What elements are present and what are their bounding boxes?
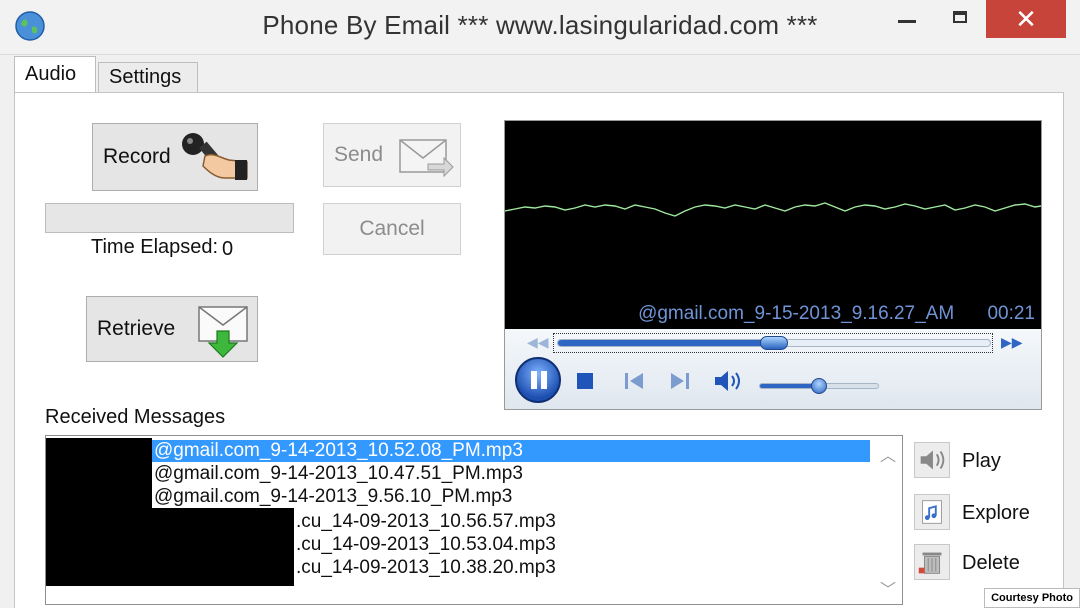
- minimize-icon: [898, 20, 916, 23]
- send-button-label: Send: [334, 143, 384, 166]
- speaker-icon: [914, 442, 950, 478]
- envelope-download-icon: [198, 306, 248, 358]
- cancel-button-label: Cancel: [359, 217, 425, 240]
- player-controls: ◀◀ ▶▶: [505, 329, 1041, 409]
- minimize-button[interactable]: [880, 0, 932, 38]
- play-message-label: Play: [962, 450, 1001, 472]
- list-item[interactable]: @gmail.com_9-14-2013_10.52.08_PM.mp3: [46, 440, 870, 462]
- retrieve-button-label: Retrieve: [97, 317, 176, 340]
- seek-bar-fill: [558, 340, 774, 346]
- close-button[interactable]: ✕: [986, 0, 1066, 38]
- list-item-text: .cu_14-09-2013_10.38.20.mp3: [296, 557, 556, 578]
- trash-icon: [914, 544, 950, 580]
- list-item-text: .cu_14-09-2013_10.53.04.mp3: [296, 534, 556, 555]
- received-messages-list[interactable]: @gmail.com_9-14-2013_10.52.08_PM.mp3 @gm…: [45, 435, 903, 605]
- seek-bar-thumb[interactable]: [760, 336, 788, 350]
- list-item-text: @gmail.com_9-14-2013_10.52.08_PM.mp3: [154, 440, 523, 461]
- list-item-text: @gmail.com_9-14-2013_9.56.10_PM.mp3: [154, 486, 513, 507]
- maximize-icon: [953, 11, 967, 23]
- redaction-block: [46, 508, 294, 586]
- list-item-text: @gmail.com_9-14-2013_10.47.51_PM.mp3: [154, 463, 523, 484]
- stop-button[interactable]: [577, 373, 593, 389]
- media-player: @gmail.com_9-15-2013_9.16.27_AM 00:21 ◀◀…: [504, 120, 1042, 410]
- seek-back-icon[interactable]: ◀◀: [527, 334, 549, 351]
- scroll-up-icon[interactable]: ︿: [880, 442, 896, 466]
- list-item[interactable]: @gmail.com_9-14-2013_10.47.51_PM.mp3: [154, 463, 523, 485]
- media-filename: @gmail.com_9-15-2013_9.16.27_AM: [638, 303, 955, 324]
- audio-waveform: [505, 202, 1041, 217]
- time-elapsed-value: 0: [222, 238, 234, 260]
- list-item-text: .cu_14-09-2013_10.56.57.mp3: [296, 511, 556, 532]
- list-item[interactable]: .cu_14-09-2013_10.56.57.mp3: [296, 511, 556, 533]
- list-item[interactable]: @gmail.com_9-14-2013_9.56.10_PM.mp3: [154, 486, 512, 508]
- send-button[interactable]: Send: [323, 123, 461, 187]
- tab-audio[interactable]: Audio: [14, 56, 96, 94]
- received-messages-label: Received Messages: [45, 406, 226, 428]
- volume-slider[interactable]: [759, 378, 879, 394]
- media-time: 00:21: [987, 303, 1035, 324]
- record-progress-bar: [45, 203, 294, 233]
- envelope-arrow-icon: [399, 139, 454, 178]
- list-item[interactable]: .cu_14-09-2013_10.38.20.mp3: [296, 557, 556, 579]
- delete-label: Delete: [962, 552, 1020, 574]
- record-button-label: Record: [103, 145, 171, 168]
- title-bar: Phone By Email *** www.lasingularidad.co…: [0, 0, 1080, 55]
- seek-forward-icon[interactable]: ▶▶: [1001, 334, 1023, 351]
- previous-track-icon[interactable]: [623, 371, 645, 391]
- time-elapsed-label: Time Elapsed:: [91, 236, 219, 258]
- folder-audio-icon: [914, 494, 950, 530]
- next-track-icon[interactable]: [669, 371, 691, 391]
- photo-credit: Courtesy Photo: [984, 588, 1080, 608]
- pause-button[interactable]: [515, 357, 561, 403]
- scroll-down-icon[interactable]: ﹀: [880, 576, 896, 600]
- seek-bar[interactable]: [557, 336, 991, 350]
- close-icon: ✕: [1015, 4, 1037, 34]
- now-playing: @gmail.com_9-15-2013_9.16.27_AM 00:21: [638, 303, 1035, 325]
- volume-icon[interactable]: [713, 369, 743, 393]
- cancel-button[interactable]: Cancel: [323, 203, 461, 255]
- explore-label: Explore: [962, 502, 1030, 524]
- tab-settings[interactable]: Settings: [98, 62, 198, 92]
- record-button[interactable]: Record: [92, 123, 258, 191]
- maximize-button[interactable]: [934, 0, 986, 38]
- retrieve-button[interactable]: Retrieve: [86, 296, 258, 362]
- microphone-hand-icon: [182, 133, 248, 180]
- volume-slider-thumb[interactable]: [811, 378, 827, 394]
- list-item[interactable]: .cu_14-09-2013_10.53.04.mp3: [296, 534, 556, 556]
